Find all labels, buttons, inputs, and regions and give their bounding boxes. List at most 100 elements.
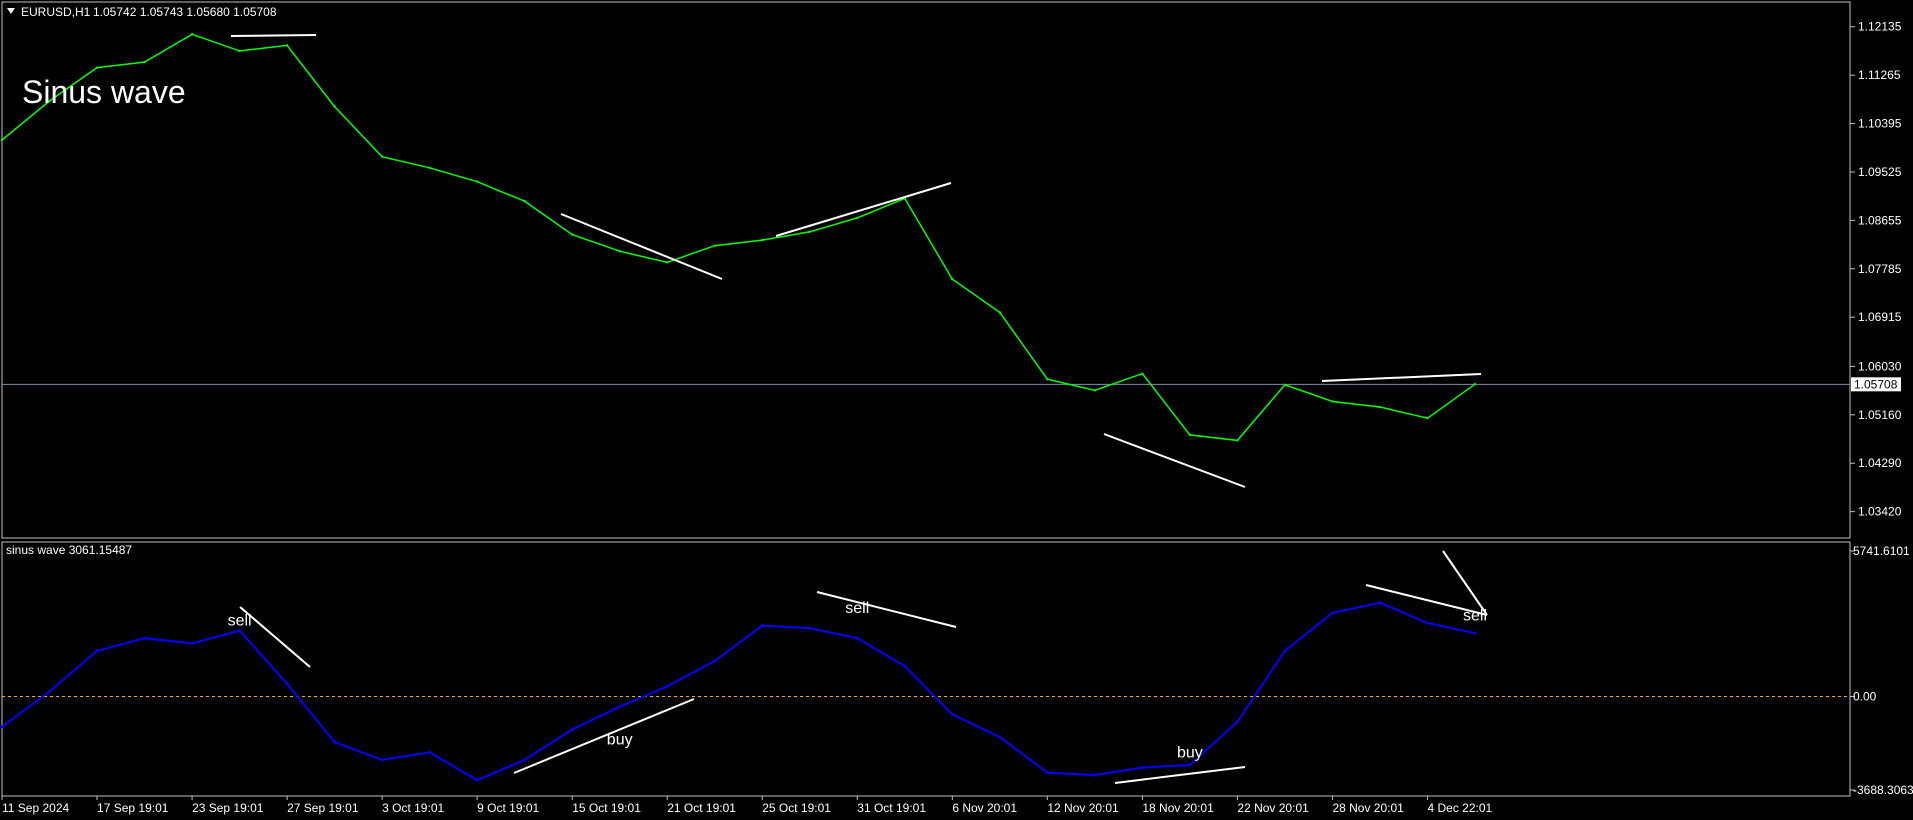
price-point [1473, 383, 1477, 386]
indicator-point [190, 641, 194, 645]
price-point [143, 60, 146, 64]
price-point [1331, 400, 1334, 403]
price-point [1046, 378, 1049, 381]
time-tick-label: 17 Sep 19:01 [97, 801, 169, 815]
indicator-point [428, 750, 432, 754]
indicator-point [665, 684, 669, 688]
indicator-point [855, 636, 859, 640]
overlay-label: Sinus wave [22, 74, 186, 110]
indicator-point [48, 689, 52, 693]
price-tick-label: 1.06030 [1858, 359, 1902, 373]
time-tick-label: 15 Oct 19:01 [572, 801, 641, 815]
indicator-point [618, 705, 622, 709]
annotation-label: sell [228, 613, 252, 630]
ohlc-label: 1.05742 1.05743 1.05680 1.05708 [93, 5, 277, 19]
mt4-chart[interactable]: 1.12135 1.11265 1.10395 1.09525 1.08655 1.077… [0, 0, 1913, 820]
indicator-tick-label: 0.00 [1853, 690, 1877, 704]
indicator-point [523, 758, 527, 762]
current-price-marker: 1.05708 [1851, 377, 1901, 392]
price-point [998, 311, 1002, 314]
price-tick-label: 1.07785 [1858, 262, 1902, 276]
indicator-tick-label: -3688.3063 [1853, 783, 1913, 797]
price-point [666, 261, 669, 264]
price-point [808, 230, 811, 233]
price-point [0, 138, 4, 142]
price-tick-label: 1.06915 [1858, 310, 1902, 324]
indicator-point [0, 725, 4, 729]
indicator-point [1188, 763, 1192, 767]
price-point [190, 33, 194, 36]
time-tick-label: 3 Oct 19:01 [382, 801, 444, 815]
price-point [1236, 439, 1239, 442]
price-point [761, 238, 764, 242]
indicator-point [95, 649, 99, 653]
indicator-point [1425, 621, 1429, 625]
price-point [333, 105, 336, 108]
price-tick-label: 1.05160 [1858, 408, 1902, 422]
indicator-point [570, 727, 574, 731]
price-point [285, 44, 289, 47]
indicator-point [1473, 631, 1477, 635]
price-point [475, 180, 479, 183]
price-tick-label: 1.10395 [1858, 117, 1902, 131]
indicator-point [760, 624, 764, 628]
time-tick-label: 31 Oct 19:01 [857, 801, 926, 815]
current-price-label: 1.05708 [1854, 377, 1898, 391]
trendline-top [230, 34, 317, 37]
symbol-label: EURUSD,H1 [21, 5, 91, 19]
price-point [713, 244, 716, 247]
indicator-point [475, 778, 479, 782]
indicator-point [380, 758, 384, 762]
time-tick-label: 6 Nov 20:01 [952, 801, 1017, 815]
time-tick-label: 18 Nov 20:01 [1142, 801, 1214, 815]
indicator-point [1045, 771, 1049, 775]
indicator-point [1235, 720, 1239, 724]
price-point [618, 250, 621, 253]
price-point [1378, 405, 1382, 409]
annotation-label: sell [845, 600, 869, 617]
price-point [1093, 389, 1097, 392]
time-tick-label: 9 Oct 19:01 [477, 801, 539, 815]
price-point [380, 155, 384, 158]
price-tick-label: 1.03420 [1858, 505, 1902, 519]
indicator-point [333, 740, 337, 744]
time-tick-label: 12 Nov 20:01 [1047, 801, 1119, 815]
price-point [238, 49, 241, 53]
indicator-point [1378, 601, 1382, 605]
annotation-label: buy [1177, 744, 1203, 761]
indicator-point [143, 636, 147, 640]
price-tick-label: 1.12135 [1858, 20, 1902, 34]
price-point [1188, 433, 1192, 437]
price-tick-label: 1.09525 [1858, 165, 1902, 179]
indicator-point [903, 664, 907, 668]
price-tick-label: 1.08655 [1858, 213, 1902, 227]
indicator-tick-label: 5741.6101 [1853, 544, 1910, 558]
time-tick-label: 21 Oct 19:01 [667, 801, 736, 815]
indicator-point [713, 659, 717, 663]
time-tick-label: 4 Dec 22:01 [1427, 801, 1492, 815]
price-tick-label: 1.04290 [1858, 456, 1902, 470]
indicator-point [1330, 611, 1334, 615]
time-tick-label: 22 Nov 20:01 [1237, 801, 1309, 815]
price-tick-label: 1.11265 [1858, 68, 1901, 82]
price-point [523, 199, 526, 203]
indicator-title: sinus wave 3061.15487 [6, 543, 132, 557]
time-tick-label: 28 Nov 20:01 [1332, 801, 1404, 815]
indicator-point [1283, 649, 1287, 653]
price-point [1426, 416, 1429, 420]
time-tick-label: 23 Sep 19:01 [192, 801, 264, 815]
indicator-point [238, 629, 242, 633]
indicator-point [950, 712, 954, 716]
price-point [951, 277, 954, 281]
price-point [856, 216, 859, 220]
time-tick-label: 11 Sep 2024 [2, 801, 69, 815]
time-tick-label: 27 Sep 19:01 [287, 801, 359, 815]
annotation-label: buy [607, 732, 633, 749]
annotation-label: sell [1463, 607, 1487, 624]
indicator-point [1093, 773, 1097, 777]
price-point [428, 166, 431, 169]
price-point [95, 66, 99, 69]
price-point [570, 233, 574, 236]
price-point [1283, 383, 1287, 386]
time-tick-label: 25 Oct 19:01 [762, 801, 831, 815]
